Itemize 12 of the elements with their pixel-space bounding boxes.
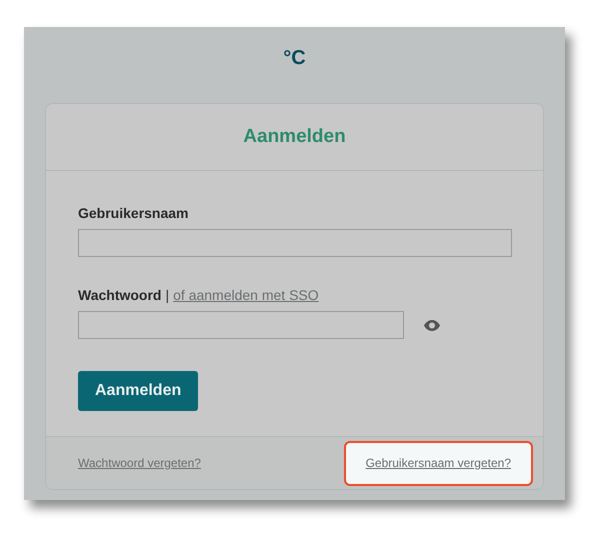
field-label: Gebruikersnaam <box>78 204 188 222</box>
forgot-link[interactable]: Wachtwoord vergeten? <box>78 454 201 472</box>
login-button[interactable]: Aanmelden <box>78 371 198 411</box>
card-title: Aanmelden <box>243 124 346 149</box>
username-field[interactable] <box>78 229 512 257</box>
eye-icon[interactable] <box>424 320 440 330</box>
forgot-link[interactable]: Gebruikersnaam vergeten? <box>344 440 533 486</box>
sso-link[interactable]: of aanmelden met SSO <box>173 284 319 306</box>
password-field[interactable] <box>78 311 404 339</box>
separator: | <box>165 286 170 305</box>
logo: °C <box>283 46 306 71</box>
field-label: Wachtwoord <box>78 286 162 304</box>
